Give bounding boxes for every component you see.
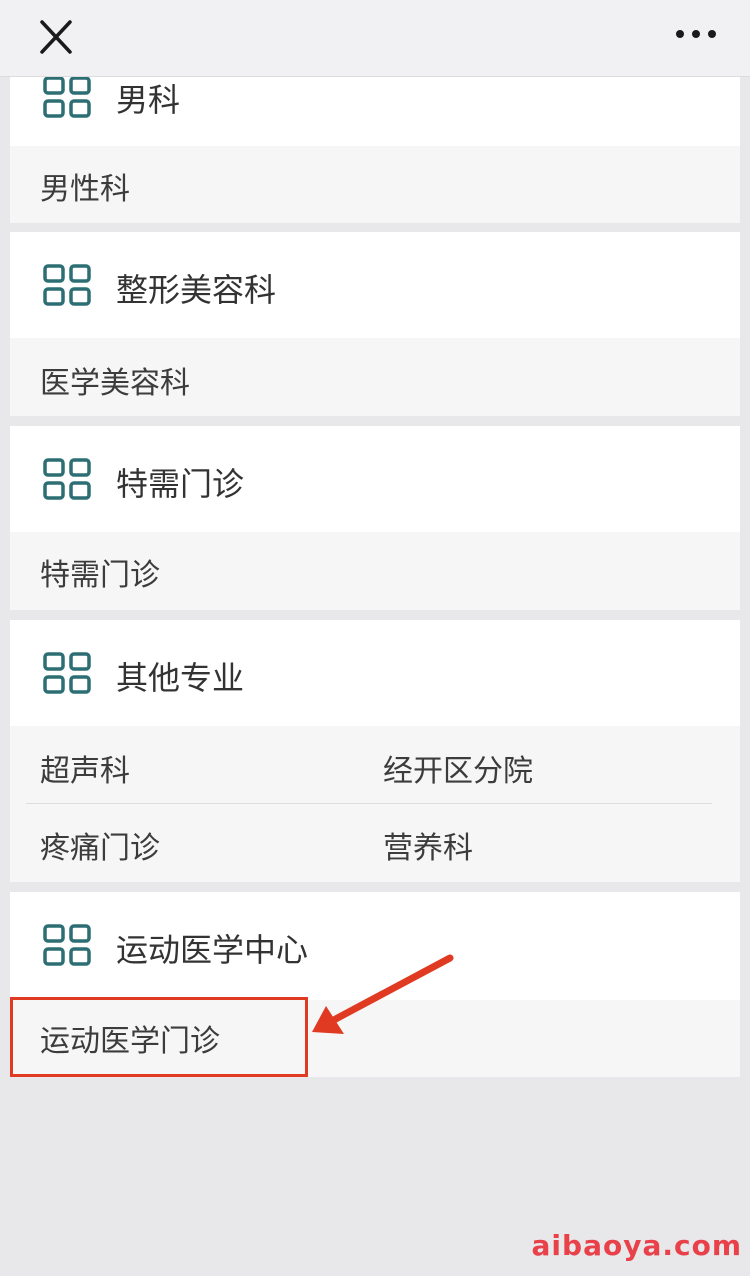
list-item[interactable]: 医学美容科	[40, 358, 190, 402]
grid-icon	[43, 458, 91, 500]
list-item[interactable]: 超声科	[40, 746, 130, 790]
list-item[interactable]: 营养科	[383, 823, 473, 867]
section-title: 整形美容科	[116, 271, 277, 309]
section-header-plastic: 整形美容科	[10, 232, 740, 338]
section-title: 特需门诊	[116, 465, 245, 503]
section-items: 超声科 经开区分院 疼痛门诊 营养科	[10, 726, 740, 882]
section-title: 其他专业	[116, 659, 245, 697]
grid-icon	[43, 652, 91, 694]
highlight-box	[10, 997, 308, 1077]
section-items: 医学美容科	[10, 338, 740, 416]
close-icon[interactable]	[30, 12, 82, 64]
more-icon[interactable]	[672, 22, 722, 46]
section-title: 男科	[116, 81, 181, 119]
section-items: 男性科	[10, 146, 740, 223]
list-item[interactable]: 男性科	[40, 164, 130, 208]
section-items: 特需门诊	[10, 532, 740, 610]
grid-icon	[43, 264, 91, 306]
list-item[interactable]: 经开区分院	[383, 746, 533, 790]
watermark: aibaoya.com	[531, 1229, 742, 1262]
section-header-special: 特需门诊	[10, 426, 740, 532]
section-title: 运动医学中心	[116, 931, 309, 969]
grid-icon	[43, 76, 91, 118]
arrow-icon	[312, 954, 454, 1034]
list-item[interactable]: 特需门诊	[40, 550, 160, 594]
list-item[interactable]: 疼痛门诊	[40, 823, 160, 867]
grid-icon	[43, 924, 91, 966]
section-header-other: 其他专业	[10, 620, 740, 726]
top-bar	[0, 0, 750, 77]
divider	[26, 803, 712, 804]
